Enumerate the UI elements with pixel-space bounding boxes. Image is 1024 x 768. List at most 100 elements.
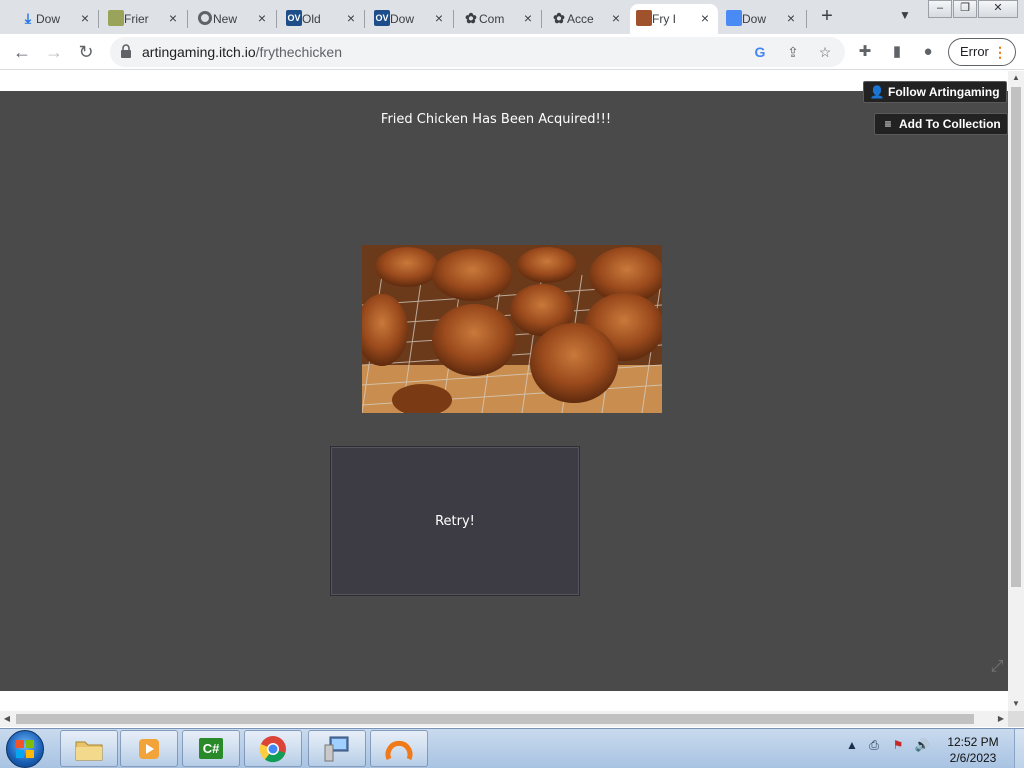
horizontal-scroll-thumb[interactable] bbox=[16, 714, 974, 724]
close-icon[interactable]: × bbox=[521, 11, 535, 25]
taskbar-chrome[interactable] bbox=[244, 730, 302, 767]
bookmark-star-icon[interactable]: ☆ bbox=[816, 43, 834, 61]
ov-icon: OV bbox=[374, 10, 390, 26]
csharp-icon: C# bbox=[198, 738, 224, 759]
add-to-collection-button[interactable]: ≡ Add To Collection bbox=[874, 113, 1008, 135]
scroll-right-icon[interactable]: ▶ bbox=[994, 711, 1008, 727]
download-icon: ⤓ bbox=[24, 9, 32, 26]
playlist-add-icon: ≡ bbox=[884, 117, 892, 131]
share-icon[interactable]: ⇪ bbox=[784, 43, 802, 61]
folder-icon bbox=[75, 741, 103, 760]
forward-arrow-icon[interactable]: → bbox=[42, 40, 66, 64]
add-user-icon: 👤 bbox=[869, 85, 885, 99]
tab-title: Frier bbox=[124, 12, 149, 26]
start-button[interactable] bbox=[6, 730, 44, 768]
download-page-icon bbox=[726, 10, 742, 26]
clock-time: 12:52 PM bbox=[947, 735, 999, 749]
tab-openai-access[interactable]: ✿ Acce × bbox=[545, 4, 629, 34]
vertical-scroll-thumb[interactable] bbox=[1011, 87, 1021, 587]
scroll-left-icon[interactable]: ◀ bbox=[0, 711, 14, 727]
lock-icon bbox=[121, 44, 131, 58]
tab-download-page[interactable]: Dow × bbox=[720, 4, 804, 34]
url-host: artingaming.itch.io bbox=[142, 44, 256, 60]
openai-icon: ✿ bbox=[553, 9, 565, 26]
chrome-icon bbox=[198, 11, 212, 25]
retry-label: Retry! bbox=[435, 513, 475, 529]
close-icon[interactable]: × bbox=[78, 11, 92, 25]
action-center-flag-icon[interactable]: ⚑ bbox=[890, 737, 906, 753]
taskbar-orange-app[interactable] bbox=[370, 730, 428, 767]
clock-date: 2/6/2023 bbox=[949, 751, 997, 765]
close-icon[interactable]: × bbox=[784, 11, 798, 25]
tab-fry-the-chicken[interactable]: Fry I × bbox=[630, 4, 718, 34]
profile-error-label: Error bbox=[960, 44, 989, 59]
collection-label: Add To Collection bbox=[899, 117, 1001, 131]
close-icon[interactable]: × bbox=[344, 11, 358, 25]
profile-error-button[interactable]: Error ⋮ bbox=[948, 38, 1016, 66]
retry-button[interactable]: Retry! bbox=[330, 446, 580, 596]
tab-title: Dow bbox=[36, 12, 61, 26]
orange-ring-icon bbox=[385, 740, 413, 760]
chrome-icon bbox=[259, 735, 286, 762]
browser-toolbar: ← → ↻ artingaming.itch.io/frythechicken … bbox=[0, 34, 1024, 70]
game-favicon bbox=[108, 10, 124, 26]
tab-openai-com[interactable]: ✿ Com × bbox=[457, 4, 541, 34]
ov-icon: OV bbox=[286, 10, 302, 26]
vertical-scrollbar[interactable]: ▲ ▼ bbox=[1008, 71, 1024, 711]
close-icon[interactable]: × bbox=[698, 11, 712, 25]
tab-title: New bbox=[213, 12, 238, 26]
tab-search-chevron-icon[interactable]: ▼ bbox=[896, 8, 914, 26]
tab-strip: ⤓ Dow × Frier × New × OV Old × OV Dow × … bbox=[0, 0, 1024, 34]
address-bar[interactable]: artingaming.itch.io/frythechicken G ⇪ ☆ bbox=[110, 37, 845, 67]
back-arrow-icon[interactable]: ← bbox=[10, 40, 34, 64]
chicken-favicon bbox=[636, 10, 652, 26]
reload-icon[interactable]: ↻ bbox=[74, 40, 98, 64]
show-desktop-button[interactable] bbox=[1014, 729, 1024, 768]
fried-chicken-image bbox=[362, 245, 662, 413]
tab-title: Dow bbox=[390, 12, 415, 26]
restore-button[interactable]: ❐ bbox=[953, 0, 977, 18]
minimize-button[interactable]: – bbox=[928, 0, 952, 18]
network-icon[interactable]: ⎙ bbox=[866, 737, 882, 753]
close-icon[interactable]: × bbox=[432, 11, 446, 25]
taskbar-explorer[interactable] bbox=[60, 730, 118, 767]
close-window-button[interactable]: ✕ bbox=[978, 0, 1018, 18]
windows-logo-icon bbox=[16, 740, 34, 758]
google-g-icon[interactable]: G bbox=[751, 43, 769, 61]
side-panel-icon[interactable]: ▮ bbox=[887, 42, 907, 62]
game-canvas[interactable]: Fried Chicken Has Been Acquired!!! Retry… bbox=[0, 91, 1008, 691]
fullscreen-icon[interactable]: ⤢ bbox=[987, 657, 1007, 677]
close-icon[interactable]: × bbox=[255, 11, 269, 25]
game-message: Fried Chicken Has Been Acquired!!! bbox=[380, 112, 612, 127]
system-clock[interactable]: 12:52 PM 2/6/2023 bbox=[940, 734, 1006, 766]
menu-dots-icon[interactable]: ⋮ bbox=[993, 39, 1007, 65]
follow-button[interactable]: 👤 Follow Artingaming bbox=[863, 81, 1007, 103]
follow-label: Follow Artingaming bbox=[888, 85, 1000, 99]
taskbar-csharp[interactable]: C# bbox=[182, 730, 240, 767]
close-icon[interactable]: × bbox=[166, 11, 180, 25]
url-path: /frythechicken bbox=[255, 44, 342, 60]
url-text: artingaming.itch.io/frythechicken bbox=[142, 44, 342, 60]
tab-title: Fry I bbox=[652, 12, 676, 26]
openai-icon: ✿ bbox=[465, 9, 477, 26]
new-tab-plus-icon[interactable]: + bbox=[817, 6, 837, 26]
tab-title: Acce bbox=[567, 12, 594, 26]
tab-new-tab[interactable]: New × bbox=[191, 4, 275, 34]
scroll-up-icon[interactable]: ▲ bbox=[1008, 71, 1024, 85]
volume-icon[interactable]: 🔊 bbox=[914, 737, 930, 753]
tab-title: Dow bbox=[742, 12, 767, 26]
tray-expand-icon[interactable]: ▲ bbox=[844, 737, 860, 753]
taskbar-remote-desktop[interactable] bbox=[308, 730, 366, 767]
tab-downloads[interactable]: ⤓ Dow × bbox=[14, 4, 98, 34]
profile-avatar-icon[interactable]: ● bbox=[918, 42, 938, 62]
tab-friendly-game[interactable]: Frier × bbox=[102, 4, 186, 34]
tab-ov-download[interactable]: OV Dow × bbox=[368, 4, 452, 34]
scroll-down-icon[interactable]: ▼ bbox=[1008, 697, 1024, 711]
horizontal-scrollbar[interactable]: ◀ ▶ bbox=[0, 711, 1008, 727]
tab-ov-old[interactable]: OV Old × bbox=[280, 4, 364, 34]
extensions-puzzle-icon[interactable]: ✚ bbox=[855, 42, 875, 62]
tab-title: Com bbox=[479, 12, 505, 26]
page-content: Fried Chicken Has Been Acquired!!! Retry… bbox=[0, 71, 1008, 711]
taskbar-media-player[interactable] bbox=[120, 730, 178, 767]
close-icon[interactable]: × bbox=[609, 11, 623, 25]
